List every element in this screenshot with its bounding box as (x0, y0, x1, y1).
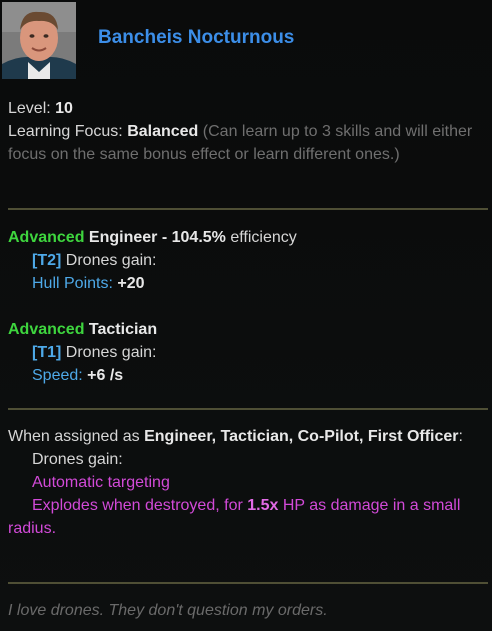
skill-stat-row: Hull Points: +20 (8, 272, 478, 295)
assignment-colon: : (458, 428, 463, 445)
assignment-intro: When assigned as (8, 428, 140, 445)
focus-label: Learning Focus: (8, 123, 123, 140)
skill-tier-row: [T1] Drones gain: (8, 341, 478, 364)
skill-tactician: Advanced Tactician [T1] Drones gain: Spe… (8, 318, 478, 387)
skill-efficiency: - 104.5% (161, 229, 226, 246)
skill-stat-value: +6 /s (87, 367, 124, 384)
skill-name: Tactician (88, 321, 158, 338)
skill-gain-label: Drones gain: (65, 252, 157, 269)
focus-value: Balanced (127, 123, 199, 140)
assignment-bonus: When assigned as Engineer, Tactician, Co… (8, 425, 478, 540)
skill-tier: [T1] (32, 344, 62, 361)
tooltip-header: Bancheis Nocturnous (0, 0, 492, 80)
skill-stat-value: +20 (117, 275, 145, 292)
assignment-roles-row: When assigned as Engineer, Tactician, Co… (8, 425, 478, 448)
skill-engineer: Advanced Engineer - 104.5% efficiency [T… (8, 226, 478, 295)
assignment-effect-targeting: Automatic targeting (32, 474, 170, 491)
separator (8, 208, 488, 210)
officer-name: Bancheis Nocturnous (98, 27, 295, 48)
effect-explode-multiplier: 1.5x (247, 497, 279, 514)
level-row: Level: 10 (8, 97, 478, 120)
portrait-icon (2, 2, 76, 79)
skill-rank: Advanced (8, 321, 85, 338)
skill-title: Advanced Tactician (8, 318, 478, 341)
skill-tier-row: [T2] Drones gain: (8, 249, 478, 272)
skill-gain-label: Drones gain: (65, 344, 157, 361)
skill-efficiency-suffix: efficiency (230, 229, 297, 246)
flavor-text: I love drones. They don't question my or… (8, 602, 328, 619)
assignment-roles: Engineer, Tactician, Co-Pilot, First Off… (144, 428, 459, 445)
assignment-effect-explode: Explodes when destroyed, for 1.5x HP as … (8, 494, 478, 540)
skill-name: Engineer (88, 229, 158, 246)
officer-portrait (2, 2, 76, 79)
level-label: Level: (8, 100, 51, 117)
skill-tier: [T2] (32, 252, 62, 269)
skill-stat-label: Hull Points: (32, 275, 113, 292)
level-value: 10 (55, 100, 73, 117)
skill-stat-label: Speed: (32, 367, 83, 384)
skill-stat-row: Speed: +6 /s (8, 364, 478, 387)
learning-focus-row: Learning Focus: Balanced (Can learn up t… (8, 120, 478, 166)
assignment-gain-label: Drones gain: (32, 451, 123, 468)
separator (8, 582, 488, 584)
officer-stats: Level: 10 Learning Focus: Balanced (Can … (8, 97, 478, 166)
skill-rank: Advanced (8, 229, 85, 246)
officer-tooltip: Bancheis Nocturnous Level: 10 Learning F… (0, 0, 492, 631)
separator (8, 408, 488, 410)
skill-title: Advanced Engineer - 104.5% efficiency (8, 226, 478, 249)
effect-explode-pre: Explodes when destroyed, for (32, 497, 243, 514)
